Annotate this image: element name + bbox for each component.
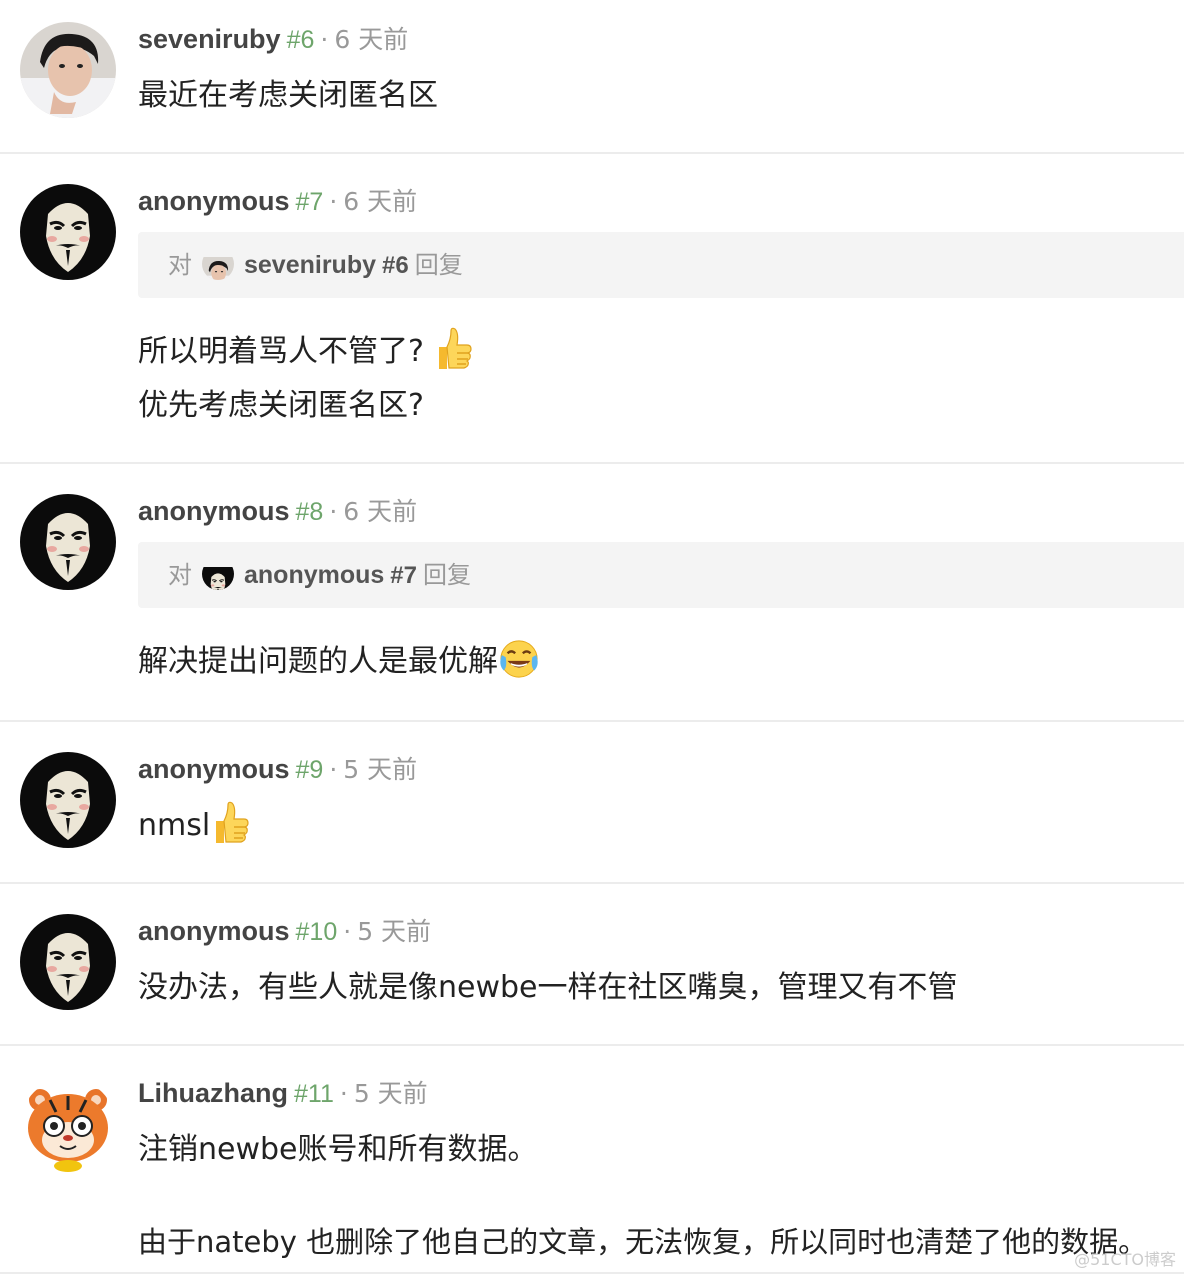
reply-username-link[interactable]: seveniruby [244,251,376,279]
post-body-line: 所以明着骂人不管了? [138,330,473,374]
post-meta: anonymous #7 · 6 天前 [138,184,417,218]
guy-fawkes-mask-avatar-icon [20,752,116,848]
post-number-link[interactable]: #9 [296,756,324,784]
reply-post-number[interactable]: #6 [382,252,409,279]
username-link[interactable]: Lihuazhang [138,1078,288,1108]
username-link[interactable]: anonymous [138,754,290,784]
post-meta: anonymous #9 · 5 天前 [138,752,417,786]
post-body-line: 没办法，有些人就是像newbe一样在社区嘴臭，管理又有不管 [138,966,958,1010]
guy-fawkes-mask-avatar-icon [20,914,116,1010]
meta-separator: · [329,497,338,526]
username-link[interactable]: anonymous [138,916,290,946]
reply-prefix: 对 [168,561,192,589]
guy-fawkes-mask-avatar-icon [202,567,234,590]
post-text: 注销newbe账号和所有数据。 [138,1132,538,1167]
post-body-line: 由于nateby 也删除了他自己的文章，无法恢复，所以同时也清楚了他的数据。 [138,1220,1147,1264]
reply-username-link[interactable]: anonymous [244,561,384,589]
post-meta: anonymous #8 · 6 天前 [138,494,417,528]
post-meta: Lihuazhang #11 · 5 天前 [138,1076,428,1110]
post-number-link[interactable]: #11 [294,1080,334,1108]
watermark: @51CTO博客 [1074,1250,1176,1269]
post-text: nmsl [138,808,211,843]
meta-separator: · [339,1079,348,1108]
guy-fawkes-mask-avatar-icon [20,184,116,280]
user-avatar[interactable] [20,1078,116,1174]
post-time: 6 天前 [343,497,418,526]
reply-avatar [202,248,234,280]
reply-to-box[interactable]: 对 anonymous #7 回复 [138,542,1184,608]
comment-post: anonymous #7 · 6 天前 对 seveniruby #6 回复 所以明着骂人不… [0,154,1184,464]
post-time: 5 天前 [353,1079,428,1108]
guy-fawkes-mask-avatar-icon [20,494,116,590]
post-body-line: 最近在考虑关闭匿名区 [138,74,438,118]
post-number-link[interactable]: #6 [287,26,315,54]
post-text: 由于nateby 也删除了他自己的文章，无法恢复，所以同时也清楚了他的数据。 [138,1225,1148,1259]
user-photo-avatar-icon [202,257,234,280]
post-number-link[interactable]: #7 [296,188,324,216]
comment-post: anonymous #8 · 6 天前 对 anonymous #7 回复 解决提出问题的人… [0,464,1184,722]
user-avatar[interactable] [20,184,116,280]
post-time: 6 天前 [343,187,418,216]
username-link[interactable]: anonymous [138,496,290,526]
tiger-avatar-icon [20,1078,116,1174]
post-time: 5 天前 [357,917,432,946]
post-text: 最近在考虑关闭匿名区 [138,78,438,113]
thumbs-up-emoji-icon [210,801,250,845]
comment-post: anonymous #10 · 5 天前 没办法，有些人就是像newbe一样在社区嘴臭… [0,884,1184,1046]
user-avatar[interactable] [20,22,116,118]
reply-avatar [202,558,234,590]
comment-post: seveniruby #6 · 6 天前 最近在考虑关闭匿名区 [0,0,1184,154]
post-number-link[interactable]: #8 [296,498,324,526]
reply-to-box[interactable]: 对 seveniruby #6 回复 [138,232,1184,298]
user-avatar[interactable] [20,494,116,590]
user-avatar[interactable] [20,914,116,1010]
reply-suffix: 回复 [414,251,463,279]
username-link[interactable]: seveniruby [138,24,281,54]
post-body-line: 解决提出问题的人是最优解 [138,640,540,684]
meta-separator: · [329,187,338,216]
user-photo-avatar-icon [20,22,116,118]
post-text: 解决提出问题的人是最优解 [138,644,498,679]
reply-post-number[interactable]: #7 [390,562,417,589]
comment-post: Lihuazhang #11 · 5 天前 注销newbe账号和所有数据。 由于nat… [0,1046,1184,1274]
post-body-line: nmsl [138,804,250,848]
post-text: 所以明着骂人不管了? [138,334,424,369]
user-avatar[interactable] [20,752,116,848]
reply-suffix: 回复 [423,561,471,589]
meta-separator: · [320,25,329,54]
post-meta: seveniruby #6 · 6 天前 [138,22,408,56]
username-link[interactable]: anonymous [138,186,290,216]
post-number-link[interactable]: #10 [296,918,338,946]
meta-separator: · [329,755,338,784]
thumbs-up-emoji-icon [433,327,473,371]
reply-prefix: 对 [168,251,192,279]
post-time: 6 天前 [334,25,409,54]
meta-separator: · [343,917,352,946]
post-body-line: 注销newbe账号和所有数据。 [138,1128,538,1172]
tears-of-joy-emoji-icon [498,638,540,680]
post-text: 优先考虑关闭匿名区? [138,388,424,423]
post-time: 5 天前 [343,755,418,784]
post-body-line: 优先考虑关闭匿名区? [138,384,424,428]
post-meta: anonymous #10 · 5 天前 [138,914,431,948]
post-text: 没办法，有些人就是像newbe一样在社区嘴臭，管理又有不管 [138,970,958,1005]
comment-post: anonymous #9 · 5 天前 nmsl [0,722,1184,884]
